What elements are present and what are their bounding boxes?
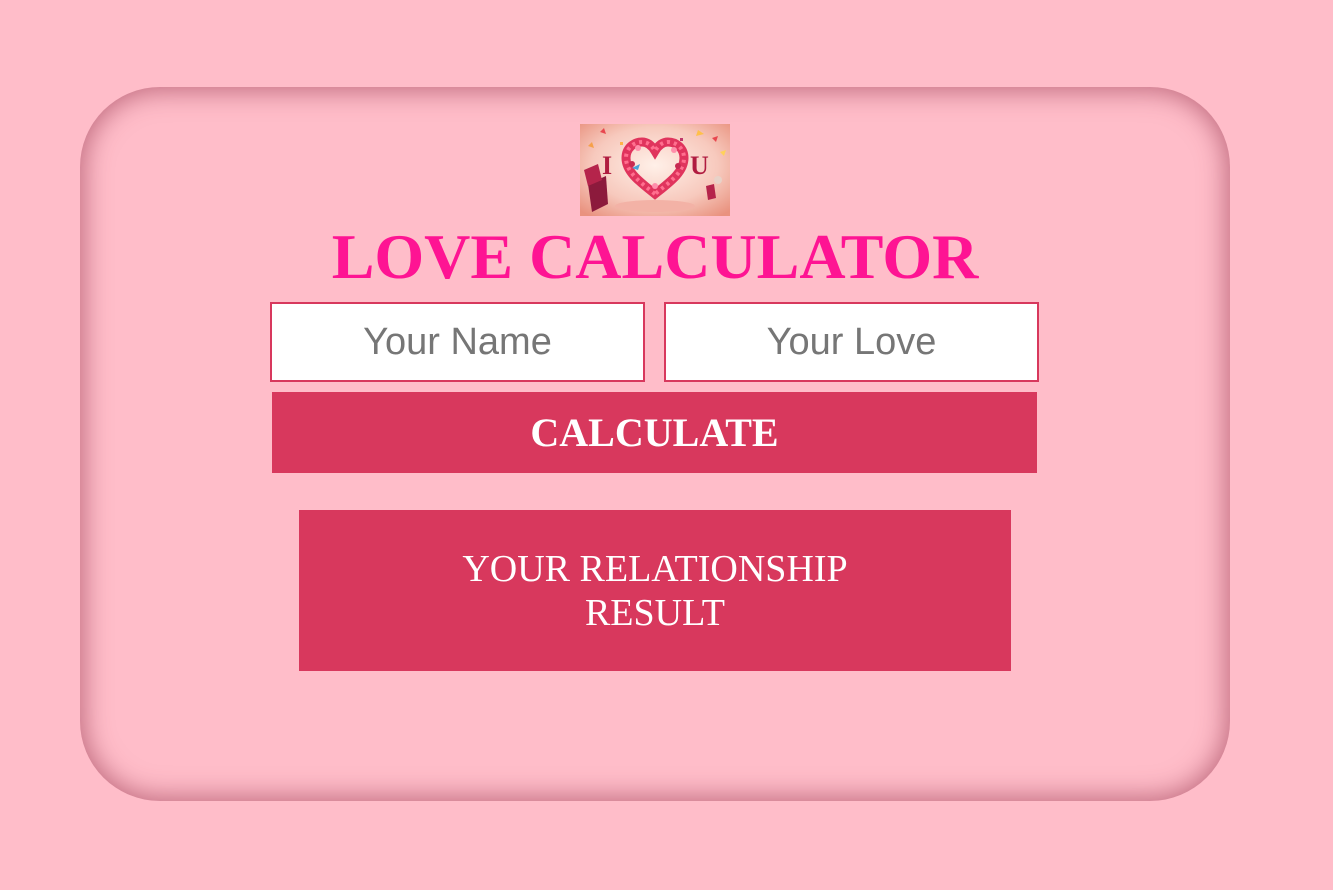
logo-letter-u: U <box>690 151 709 180</box>
result-text: YOUR RELATIONSHIP RESULT <box>462 547 848 634</box>
logo-letter-i: I <box>602 151 612 180</box>
your-love-input[interactable] <box>664 302 1039 382</box>
i-love-u-heart-icon: I U <box>580 124 730 216</box>
result-box: YOUR RELATIONSHIP RESULT <box>299 510 1011 671</box>
page-title: LOVE CALCULATOR <box>331 221 979 292</box>
your-name-input[interactable] <box>270 302 645 382</box>
calculate-button[interactable]: CALCULATE <box>272 392 1037 473</box>
